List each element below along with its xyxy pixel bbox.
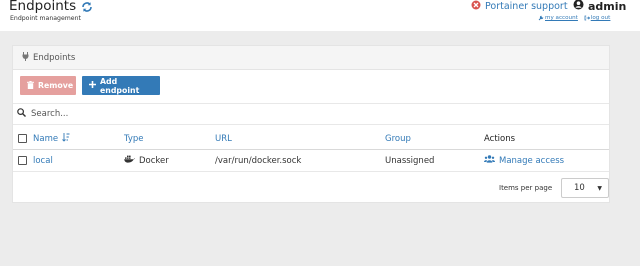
- select-all-cell: [18, 128, 27, 149]
- panel-heading: Endpoints: [13, 46, 609, 70]
- panel-heading-label: Endpoints: [33, 52, 76, 63]
- docker-icon: [124, 155, 135, 166]
- row-checkbox[interactable]: [18, 156, 27, 165]
- logout-icon: [584, 15, 590, 21]
- remove-label: Remove: [38, 81, 74, 90]
- user-icon: [573, 0, 584, 13]
- user-menu: admin: [573, 0, 626, 13]
- endpoint-group: Unassigned: [385, 155, 435, 166]
- plus-icon: [89, 81, 96, 90]
- remove-button[interactable]: Remove: [20, 76, 76, 95]
- column-name[interactable]: Name: [33, 128, 70, 149]
- add-endpoint-button[interactable]: Add endpoint: [82, 76, 160, 95]
- my-account-link[interactable]: my account: [538, 15, 578, 21]
- endpoint-url: /var/run/docker.sock: [215, 155, 302, 166]
- page-title: Endpoints: [9, 0, 93, 14]
- endpoint-type: Docker: [124, 150, 169, 171]
- refresh-icon[interactable]: [81, 1, 93, 13]
- manage-access-label: Manage access: [499, 155, 565, 166]
- table-header: Name Type URL Group Actions: [13, 128, 609, 150]
- users-icon: [483, 155, 496, 166]
- logout-link[interactable]: log out: [584, 15, 610, 21]
- items-per-page-label: Items per page: [499, 184, 553, 192]
- endpoint-type-label: Docker: [139, 155, 169, 166]
- caret-down-icon: ▼: [597, 184, 602, 192]
- plug-icon: [22, 51, 29, 64]
- page-subtitle: Endpoint management: [10, 15, 81, 22]
- search-input[interactable]: [31, 109, 551, 119]
- user-links: my account log out: [538, 15, 610, 21]
- column-group[interactable]: Group: [385, 128, 411, 149]
- items-per-page-select[interactable]: 10 ▼: [561, 178, 609, 198]
- trash-icon: [27, 80, 34, 91]
- page-title-text: Endpoints: [9, 0, 77, 14]
- username: admin: [588, 0, 627, 13]
- manage-access-link[interactable]: Manage access: [483, 150, 565, 171]
- column-name-label: Name: [33, 133, 59, 144]
- portainer-support-link[interactable]: Portainer support: [471, 0, 568, 13]
- column-actions: Actions: [484, 133, 516, 144]
- items-per-page-value: 10: [574, 183, 585, 193]
- sort-icon: [62, 132, 70, 145]
- column-url[interactable]: URL: [215, 128, 232, 149]
- search-bar: [13, 103, 609, 125]
- endpoints-panel: Endpoints Remove Add endpoint Name Type …: [12, 45, 610, 203]
- add-endpoint-label: Add endpoint: [100, 76, 140, 95]
- top-header: Endpoints Endpoint management Portainer …: [0, 0, 640, 31]
- select-all-checkbox[interactable]: [18, 134, 27, 143]
- table-row: local Docker /var/run/docker.sock Unassi…: [13, 150, 609, 172]
- my-account-label: my account: [545, 15, 578, 21]
- column-type[interactable]: Type: [124, 128, 144, 149]
- search-icon: [17, 108, 26, 120]
- support-label: Portainer support: [485, 1, 568, 12]
- support-icon: [471, 0, 481, 13]
- logout-label: log out: [590, 15, 611, 21]
- wrench-icon: [538, 15, 544, 21]
- row-select-cell: [18, 150, 27, 171]
- endpoint-name-link[interactable]: local: [33, 150, 53, 171]
